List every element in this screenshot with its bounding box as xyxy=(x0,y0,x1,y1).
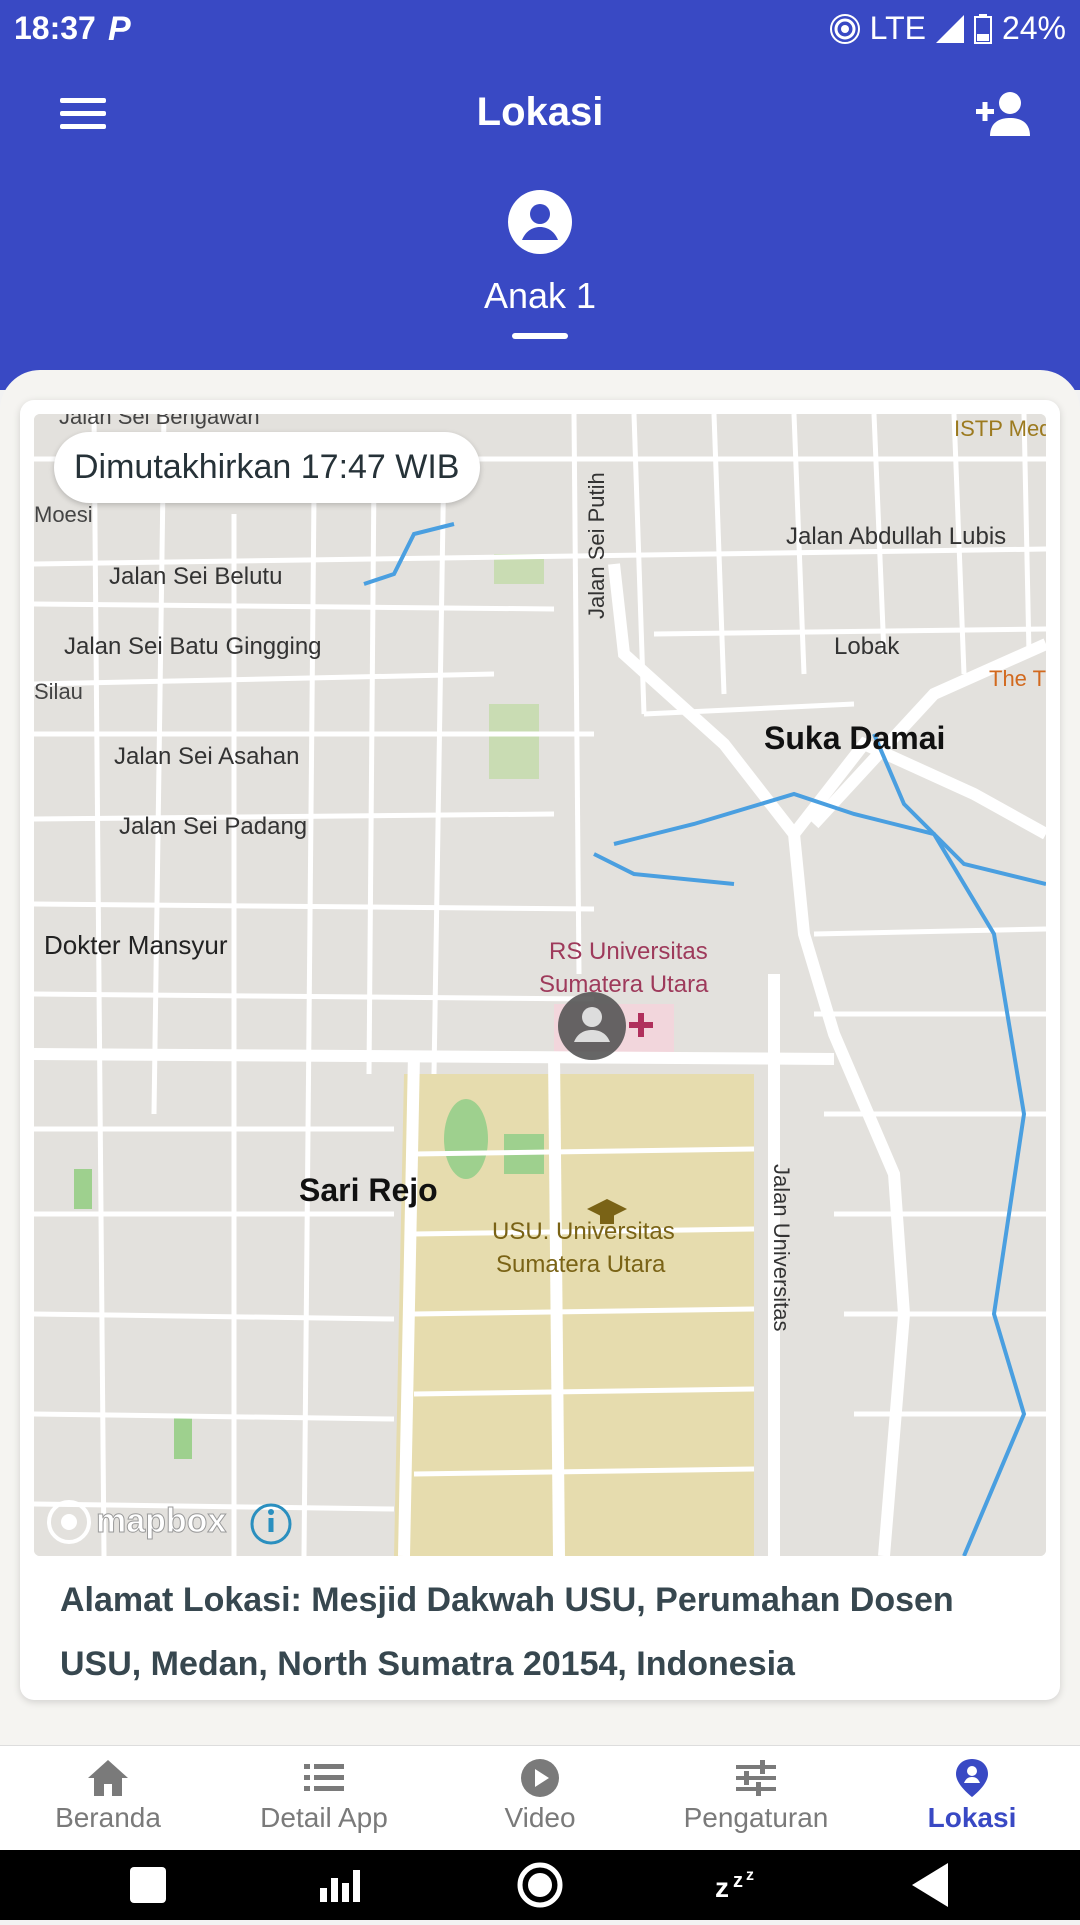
list-icon xyxy=(304,1764,344,1791)
home-button[interactable] xyxy=(517,1862,563,1908)
map-label: Jalan Sei Putih xyxy=(584,472,609,619)
svg-text:z: z xyxy=(746,1867,754,1884)
map-label: Jalan Sei Asahan xyxy=(114,743,299,770)
add-person-icon[interactable] xyxy=(976,90,1032,136)
location-address: Alamat Lokasi: Mesjid Dakwah USU, Peruma… xyxy=(60,1581,954,1683)
sliders-icon xyxy=(736,1760,776,1796)
nav-beranda[interactable]: Beranda xyxy=(0,1746,216,1850)
nav-detail-app[interactable]: Detail App xyxy=(216,1746,432,1850)
nav-label: Detail App xyxy=(260,1802,388,1833)
map-label: Suka Damai xyxy=(764,720,945,756)
map-label: Sari Rejo xyxy=(299,1172,438,1208)
signal-stats-icon[interactable] xyxy=(320,1870,360,1902)
battery-icon xyxy=(973,13,992,44)
nav-label: Lokasi xyxy=(927,1802,1017,1833)
header: 18:37 P LTE 24% Lokasi Anak 1 xyxy=(0,0,1080,390)
back-button[interactable] xyxy=(912,1863,948,1907)
sleep-icon[interactable]: zzz xyxy=(715,1867,754,1903)
home-icon xyxy=(88,1760,128,1796)
system-navigation-bar: zzz xyxy=(0,1850,1080,1920)
nav-lokasi[interactable]: Lokasi xyxy=(864,1746,1080,1850)
app-bar: Lokasi xyxy=(0,60,1080,170)
status-right: LTE 24% xyxy=(829,10,1066,47)
map-label: Jalan Sei Bengawan xyxy=(59,414,260,429)
map-canvas[interactable]: Jalan Sei Bengawan ISTP Med Moesi Jalan … xyxy=(34,414,1046,1556)
map-label: Sumatera Utara xyxy=(496,1251,666,1278)
child-tab[interactable]: Anak 1 xyxy=(440,190,640,339)
map-label: Jalan Sei Padang xyxy=(119,813,307,840)
map-label: Lobak xyxy=(834,633,900,660)
page-title: Lokasi xyxy=(476,90,604,134)
mapbox-brand: mapbox xyxy=(96,1502,226,1540)
map-label: Jalan Sei Batu Gingging xyxy=(64,633,322,660)
nav-label: Beranda xyxy=(55,1802,161,1833)
recent-apps-button[interactable] xyxy=(130,1867,166,1903)
child-name: Anak 1 xyxy=(483,275,597,316)
map-label: Sumatera Utara xyxy=(539,971,709,998)
account-circle-icon xyxy=(508,190,572,254)
status-bar: 18:37 P LTE 24% xyxy=(0,0,1080,60)
hotspot-icon xyxy=(829,13,860,44)
nav-label: Video xyxy=(504,1802,576,1833)
signal-icon xyxy=(935,14,964,43)
map-label: Moesi xyxy=(34,502,93,527)
battery-level: 24% xyxy=(1001,10,1066,46)
map-label: USU. Universitas xyxy=(492,1218,675,1245)
play-icon xyxy=(521,1759,559,1797)
map-label: The T xyxy=(989,666,1046,691)
nav-video[interactable]: Video xyxy=(432,1746,648,1850)
nav-pengaturan[interactable]: Pengaturan xyxy=(648,1746,864,1850)
map-label: Jalan Universitas xyxy=(769,1164,794,1332)
map-label: Silau xyxy=(34,679,83,704)
nav-label: Pengaturan xyxy=(683,1802,829,1833)
road-dokter-mansyur xyxy=(34,1048,835,1065)
updated-time-badge: Dimutakhirkan 17:47 WIB xyxy=(54,432,480,503)
child-location-marker-icon[interactable] xyxy=(558,992,626,1060)
map-label: Dokter Mansyur xyxy=(44,930,228,960)
map-label: Jalan Sei Belutu xyxy=(109,563,282,590)
map-label: RS Universitas xyxy=(549,938,708,965)
parking-icon: P xyxy=(108,10,131,48)
bottom-navigation: Beranda Detail App Video Pengaturan Loka… xyxy=(0,1745,1080,1850)
map-label: Jalan Abdullah Lubis xyxy=(786,523,1006,550)
svg-text:z: z xyxy=(733,1870,743,1892)
status-time: 18:37 xyxy=(14,10,96,46)
location-person-icon xyxy=(956,1759,988,1797)
content-sheet: Jalan Sei Bengawan ISTP Med Moesi Jalan … xyxy=(0,370,1080,1745)
map-view[interactable]: Jalan Sei Bengawan ISTP Med Moesi Jalan … xyxy=(34,414,1046,1556)
tab-indicator xyxy=(512,333,568,339)
svg-text:z: z xyxy=(715,1872,729,1903)
map-label: ISTP Med xyxy=(954,416,1046,441)
network-label: LTE xyxy=(869,10,926,46)
location-card: Jalan Sei Bengawan ISTP Med Moesi Jalan … xyxy=(20,400,1060,1700)
